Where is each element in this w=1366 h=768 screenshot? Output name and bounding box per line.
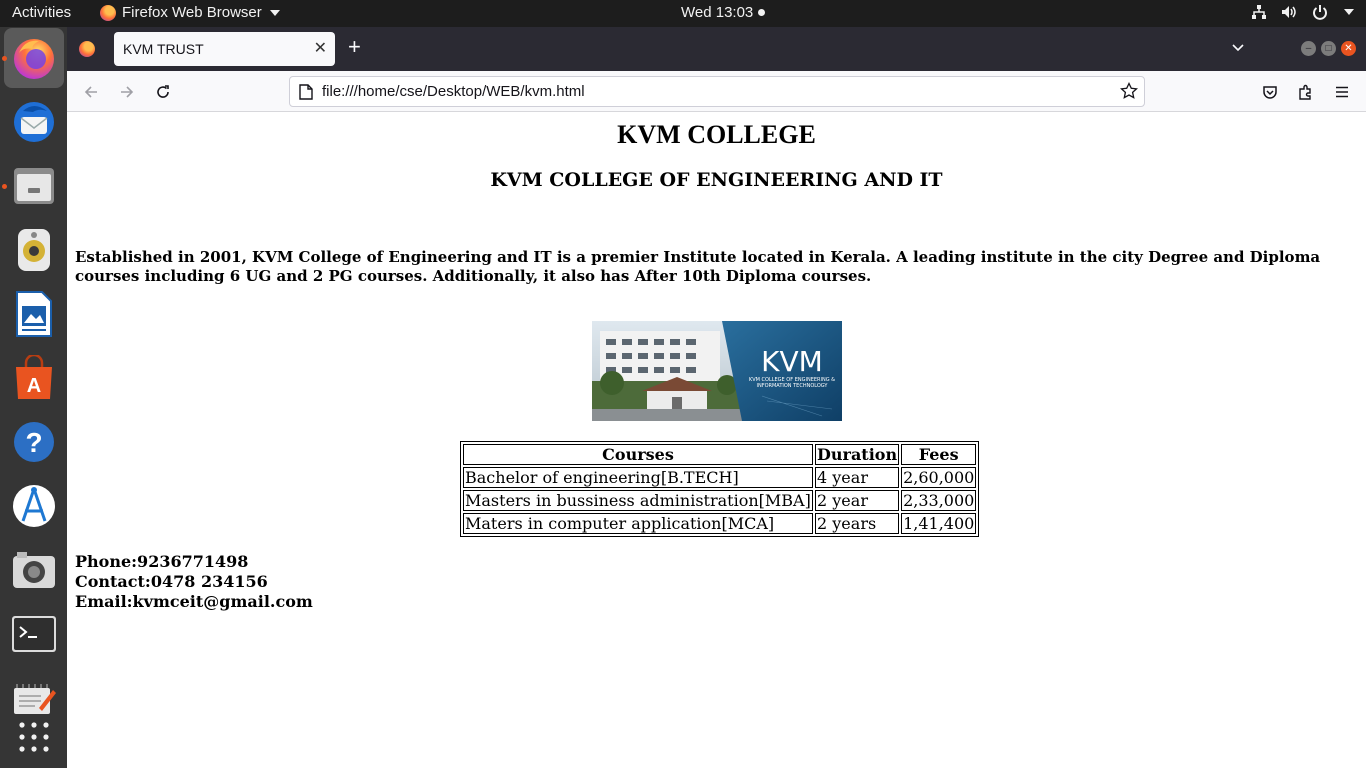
dock-thunderbird[interactable]	[4, 92, 64, 152]
svg-text:A: A	[27, 375, 41, 397]
dock: A ?	[0, 27, 67, 768]
new-tab-button[interactable]: +	[348, 36, 361, 58]
firefox-view-icon[interactable]	[79, 41, 95, 57]
reload-button[interactable]	[153, 82, 173, 102]
page-title: KVM COLLEGE	[617, 120, 816, 149]
description-paragraph: Established in 2001, KVM College of Engi…	[75, 248, 1321, 285]
forward-button[interactable]	[117, 82, 137, 102]
app-menu[interactable]: Firefox Web Browser	[100, 4, 280, 21]
app-menu-label: Firefox Web Browser	[122, 4, 262, 21]
reload-icon	[157, 85, 169, 98]
volume-icon	[1282, 6, 1296, 18]
svg-text:?: ?	[25, 427, 42, 458]
app-menu-button[interactable]	[1332, 82, 1352, 102]
network-icon	[1252, 5, 1266, 19]
system-top-bar: Activities Firefox Web Browser Wed 13:03	[0, 0, 1366, 27]
clock[interactable]: Wed 13:03	[681, 4, 766, 21]
course-cell: Masters in bussiness administration[MBA]	[463, 490, 813, 511]
pocket-button[interactable]	[1260, 82, 1280, 102]
dock-software[interactable]: A	[4, 348, 64, 408]
notification-dot-icon	[758, 9, 766, 16]
email-text: Email:kvmceit@gmail.com	[75, 592, 313, 611]
duration-cell: 2 years	[815, 513, 900, 534]
minimize-button[interactable]: –	[1301, 41, 1316, 56]
camera-icon	[13, 552, 55, 588]
maximize-button[interactable]: □	[1321, 41, 1336, 56]
puzzle-icon	[1299, 84, 1311, 100]
running-indicator	[2, 184, 7, 189]
firefox-icon	[14, 39, 54, 79]
web-page: KVM COLLEGE KVM COLLEGE OF ENGINEERING A…	[67, 112, 1366, 768]
table-header-row: Courses Duration Fees	[463, 444, 977, 465]
fees-cell: 2,60,000	[901, 467, 977, 488]
list-all-tabs-icon[interactable]	[1231, 41, 1245, 55]
firefox-icon	[100, 4, 116, 21]
duration-cell: 2 year	[815, 490, 900, 511]
app-store-icon	[13, 485, 55, 527]
power-icon	[1313, 5, 1327, 20]
activities-button[interactable]: Activities	[12, 4, 71, 21]
terminal-icon	[12, 616, 56, 652]
dock-rhythmbox[interactable]	[4, 220, 64, 280]
course-cell: Maters in computer application[MCA]	[463, 513, 813, 534]
clock-label: Wed 13:03	[681, 4, 754, 21]
bookmark-star-icon[interactable]	[1120, 82, 1138, 100]
logo-subtext-line2: INFORMATION TECHNOLOGY	[756, 383, 828, 389]
app-grid-icon	[19, 722, 49, 752]
table-row: Maters in computer application[MCA] 2 ye…	[463, 513, 977, 534]
dock-camera[interactable]	[4, 540, 64, 600]
dock-terminal[interactable]	[4, 604, 64, 664]
files-icon	[14, 168, 54, 204]
dock-help[interactable]: ?	[4, 412, 64, 472]
courses-table: Courses Duration Fees Bachelor of engine…	[460, 441, 980, 537]
software-store-icon: A	[16, 355, 52, 399]
tab-kvm-trust[interactable]: KVM TRUST ✕	[114, 32, 335, 66]
url-bar[interactable]: file:///home/cse/Desktop/WEB/kvm.html	[289, 76, 1145, 107]
chevron-down-icon	[269, 9, 280, 16]
page-icon	[299, 84, 313, 100]
extensions-button[interactable]	[1296, 82, 1316, 102]
running-indicator	[2, 56, 7, 61]
college-image: KVM KVM COLLEGE OF ENGINEERING & INFORMA…	[592, 321, 842, 421]
tab-close-icon[interactable]: ✕	[314, 38, 327, 58]
dock-firefox[interactable]	[4, 28, 64, 88]
header-fees: Fees	[901, 444, 977, 465]
phone-text: Phone:9236771498	[75, 552, 249, 571]
rhythmbox-icon	[18, 229, 50, 271]
fees-cell: 2,33,000	[901, 490, 977, 511]
url-text[interactable]: file:///home/cse/Desktop/WEB/kvm.html	[322, 83, 585, 100]
course-cell: Bachelor of engineering[B.TECH]	[463, 467, 813, 488]
help-icon: ?	[14, 422, 54, 462]
logo-text: KVM	[761, 345, 823, 378]
college-building-photo: KVM KVM COLLEGE OF ENGINEERING & INFORMA…	[592, 321, 842, 421]
table-row: Masters in bussiness administration[MBA]…	[463, 490, 977, 511]
hamburger-menu-icon	[1336, 86, 1348, 98]
header-courses: Courses	[463, 444, 813, 465]
close-window-button[interactable]: ✕	[1341, 41, 1356, 56]
page-subtitle: KVM COLLEGE OF ENGINEERING AND IT	[490, 169, 943, 191]
duration-cell: 4 year	[815, 467, 900, 488]
navigation-toolbar: file:///home/cse/Desktop/WEB/kvm.html	[67, 71, 1366, 112]
thunderbird-icon	[14, 102, 54, 142]
table-row: Bachelor of engineering[B.TECH] 4 year 2…	[463, 467, 977, 488]
chevron-down-icon	[1344, 9, 1354, 15]
header-duration: Duration	[815, 444, 900, 465]
writer-icon	[16, 291, 52, 337]
dock-show-applications[interactable]	[4, 707, 64, 767]
dock-writer[interactable]	[4, 284, 64, 344]
back-arrow-icon	[84, 86, 97, 98]
back-button[interactable]	[81, 82, 101, 102]
contact-text: Contact:0478 234156	[75, 572, 268, 591]
forward-arrow-icon	[121, 86, 134, 98]
tab-bar: KVM TRUST ✕ + – □ ✕	[67, 27, 1366, 71]
pocket-icon	[1263, 86, 1277, 99]
dock-app-store[interactable]	[4, 476, 64, 536]
fees-cell: 1,41,400	[901, 513, 977, 534]
system-menu[interactable]	[1251, 4, 1354, 20]
dock-files[interactable]	[4, 156, 64, 216]
tab-title: KVM TRUST	[123, 41, 204, 57]
